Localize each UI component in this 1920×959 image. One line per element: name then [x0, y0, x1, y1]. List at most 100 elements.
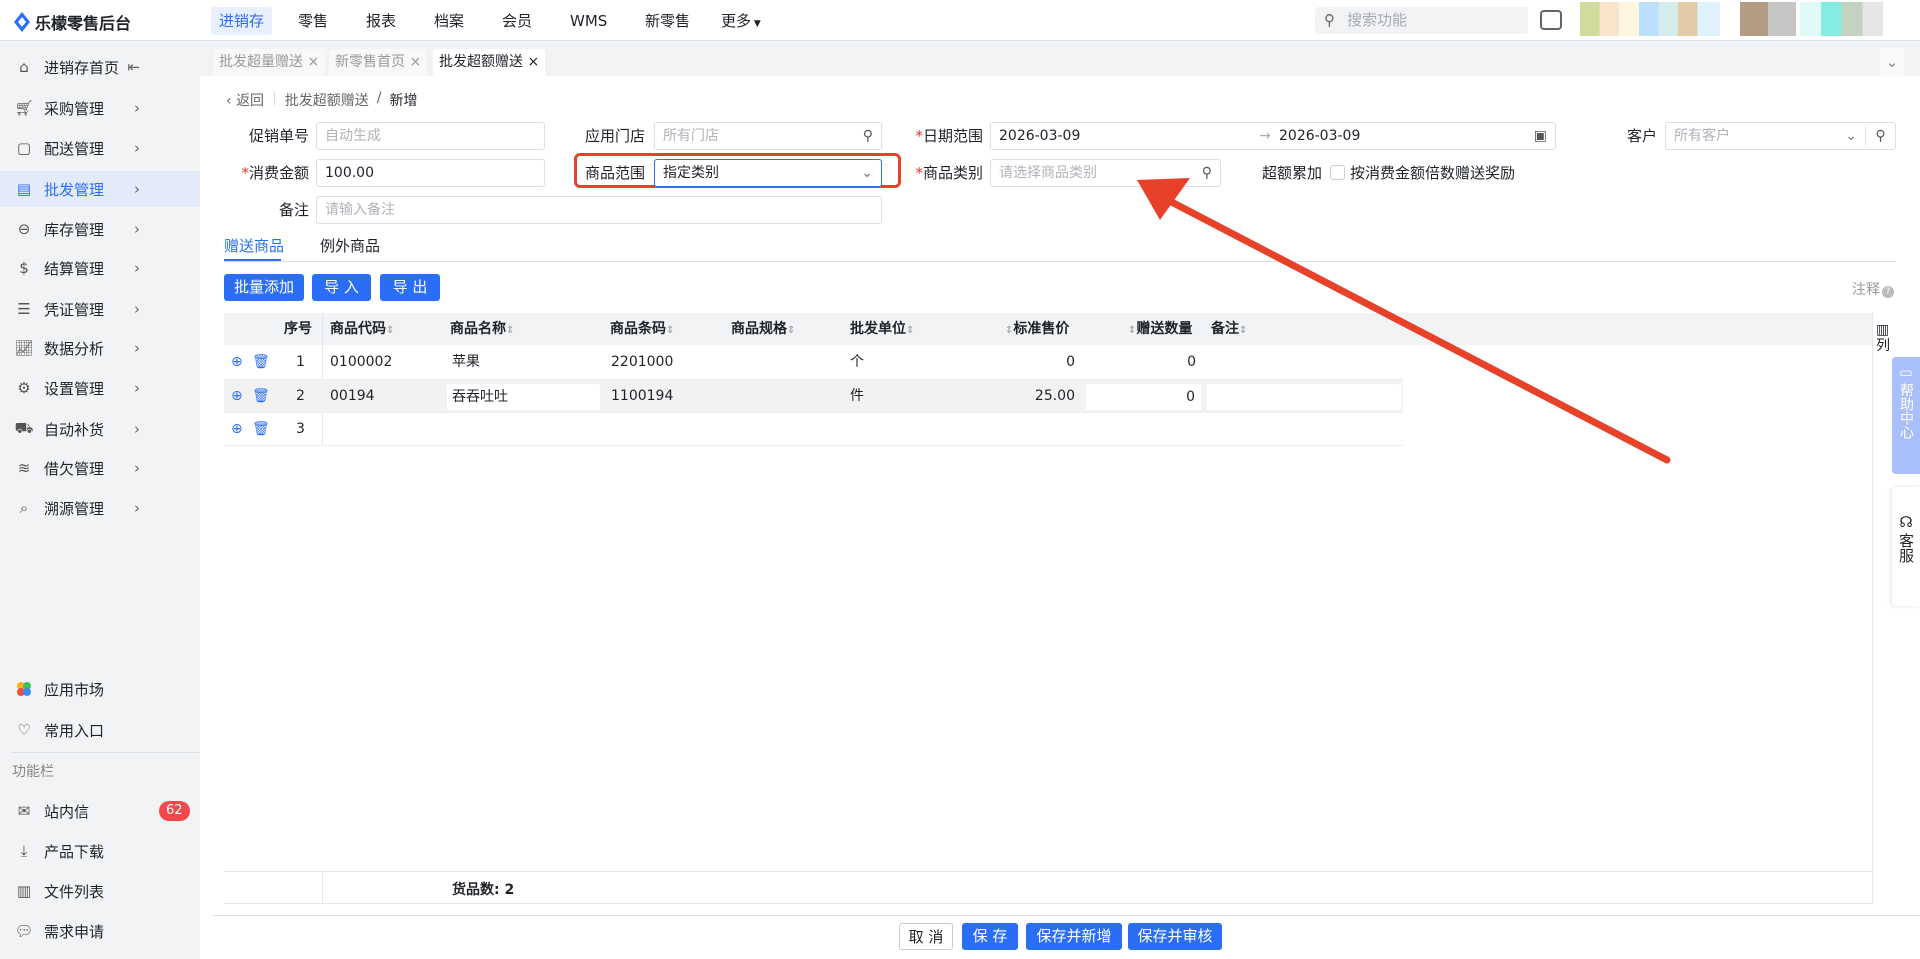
save-and-new-button[interactable]: 保存并新增	[1026, 923, 1122, 950]
tab-new-retail-home[interactable]: 新零售首页 ×	[329, 49, 428, 76]
sidebar-download[interactable]: ⤓ 产品下载	[0, 833, 200, 869]
chevron-down-icon[interactable]: ⌄	[1845, 123, 1857, 149]
add-row-icon[interactable]: ⊕	[231, 413, 243, 446]
sidebar-item-voucher[interactable]: ☰ 凭证管理 ›	[0, 291, 200, 327]
sidebar-item-analytics[interactable]: 📈︎ 数据分析 ›	[0, 330, 200, 366]
collapse-sidebar-icon[interactable]: ⇤	[127, 58, 140, 76]
cell-qty[interactable]: 0	[1082, 346, 1196, 379]
breadcrumb-parent[interactable]: 批发超额赠送	[285, 90, 369, 110]
sidebar-files[interactable]: ▥ 文件列表	[0, 873, 200, 909]
nav-retail[interactable]: 零售	[290, 7, 336, 35]
col-remark[interactable]: 备注⇕	[1211, 313, 1248, 345]
trash-icon[interactable]: 🗑︎	[252, 346, 270, 379]
add-row-icon[interactable]: ⊕	[231, 380, 243, 413]
promo-no-input[interactable]: 自动生成	[316, 122, 545, 150]
store-avatar-mosaic[interactable]	[1740, 2, 1796, 36]
save-button[interactable]: 保 存	[962, 923, 1018, 950]
user-avatar-mosaic[interactable]	[1580, 2, 1720, 36]
sort-icon[interactable]: ⇕	[1239, 325, 1247, 336]
calendar-icon[interactable]: ▣	[1534, 123, 1547, 149]
sidebar-item-home[interactable]: ⌂ 进销存首页 ⇤	[0, 49, 200, 85]
sidebar-item-settings[interactable]: ⚙ 设置管理 ›	[0, 370, 200, 406]
accumulate-option-label[interactable]: 按消费金额倍数赠送奖励	[1350, 159, 1515, 187]
trash-icon[interactable]: 🗑︎	[252, 413, 270, 446]
col-unit[interactable]: 批发单位⇕	[850, 313, 915, 345]
cell-name-input[interactable]: 吞吞吐吐	[447, 384, 600, 410]
file-list-icon: ▥	[16, 882, 32, 900]
trash-icon[interactable]: 🗑︎	[252, 380, 270, 413]
search-icon[interactable]: ⚲	[1202, 160, 1212, 186]
sort-icon[interactable]: ⇕	[787, 325, 795, 336]
amount-input[interactable]: 100.00	[316, 159, 545, 187]
tab-wholesale-quantity-gift[interactable]: 批发超量赠送 ×	[213, 49, 326, 76]
scope-select[interactable]: 指定类别 ⌄	[654, 159, 882, 187]
nav-reports[interactable]: 报表	[358, 7, 404, 35]
sort-icon[interactable]: ⇕	[386, 325, 394, 336]
remark-input[interactable]: 请输入备注	[316, 196, 882, 224]
nav-jxc[interactable]: 进销存	[211, 7, 273, 35]
date-start[interactable]: 2026-03-09	[999, 128, 1080, 144]
category-input[interactable]: 请选择商品类别 ⚲	[990, 159, 1221, 187]
cell-qty-input[interactable]: 0	[1086, 384, 1201, 410]
sort-icon[interactable]: ⇕	[906, 325, 914, 336]
col-name[interactable]: 商品名称⇕	[450, 313, 515, 345]
back-link[interactable]: ‹ 返回	[226, 90, 264, 110]
accumulate-checkbox[interactable]	[1330, 165, 1345, 180]
cancel-button[interactable]: 取 消	[899, 923, 953, 950]
columns-setting-button[interactable]: ▥ 列	[1876, 322, 1892, 354]
cell-remark-input[interactable]	[1206, 384, 1401, 410]
search-icon[interactable]: ⚲	[863, 123, 873, 149]
nav-archive[interactable]: 档案	[426, 7, 472, 35]
add-row-icon[interactable]: ⊕	[231, 346, 243, 379]
sidebar-item-debt[interactable]: ≋ 借欠管理 ›	[0, 450, 200, 486]
notes-link[interactable]: 注释?	[1852, 279, 1894, 299]
customer-service-button[interactable]: ☊ 客服	[1892, 487, 1920, 606]
batch-add-button[interactable]: 批量添加	[224, 274, 304, 301]
sidebar-item-distribution[interactable]: ▢ 配送管理 ›	[0, 130, 200, 166]
sidebar-item-auto-replenish[interactable]: ⛟ 自动补货 ›	[0, 411, 200, 447]
col-barcode[interactable]: 商品条码⇕	[610, 313, 675, 345]
table-row	[224, 413, 1403, 446]
search-icon[interactable]: ⚲	[1865, 126, 1895, 146]
sidebar-item-inventory[interactable]: ⊖ 库存管理 ›	[0, 211, 200, 247]
help-center-button[interactable]: ▭ 帮助中心	[1892, 357, 1920, 474]
date-end[interactable]: 2026-03-09	[1279, 123, 1360, 149]
cell-no: 3	[296, 421, 305, 437]
store-input[interactable]: 所有门店 ⚲	[654, 122, 882, 150]
col-price[interactable]: ⇕标准售价	[1005, 313, 1070, 345]
save-and-audit-button[interactable]: 保存并审核	[1128, 923, 1222, 950]
sidebar-messages[interactable]: ✉ 站内信 62	[0, 793, 200, 829]
printer-icon[interactable]	[1540, 10, 1562, 30]
close-icon[interactable]: ×	[527, 54, 539, 70]
import-button[interactable]: 导 入	[312, 274, 371, 301]
nav-new-retail[interactable]: 新零售	[637, 7, 698, 35]
sidebar-item-label: 凭证管理	[44, 300, 105, 319]
tab-wholesale-amount-gift[interactable]: 批发超额赠送 ×	[433, 49, 546, 76]
export-button[interactable]: 导 出	[380, 274, 440, 301]
sidebar-item-trace[interactable]: ⌕ 溯源管理 ›	[0, 490, 200, 526]
subtab-gift-products[interactable]: 赠送商品	[224, 235, 284, 256]
sort-icon[interactable]: ⇕	[506, 325, 514, 336]
customer-select[interactable]: 所有客户 ⌄ ⚲	[1665, 122, 1896, 150]
nav-member[interactable]: 会员	[494, 7, 540, 35]
sidebar-app-market[interactable]: 应用市场	[0, 671, 200, 707]
nav-more[interactable]: 更多 ▼	[713, 7, 769, 35]
sidebar-favorites[interactable]: ♡ 常用入口	[0, 712, 200, 748]
account-avatar-mosaic[interactable]	[1800, 2, 1883, 36]
col-spec[interactable]: 商品规格⇕	[731, 313, 796, 345]
close-icon[interactable]: ×	[307, 54, 319, 70]
sidebar-item-settlement[interactable]: $ 结算管理 ›	[0, 250, 200, 286]
col-qty[interactable]: ⇕赠送数量	[1128, 313, 1193, 345]
close-icon[interactable]: ×	[409, 54, 421, 70]
subtab-excluded-products[interactable]: 例外商品	[320, 235, 380, 256]
sidebar-item-wholesale[interactable]: ▤ 批发管理 ›	[0, 171, 200, 207]
search-input[interactable]: ⚲ 搜索功能	[1315, 7, 1528, 34]
sidebar-item-purchase[interactable]: 🛒︎ 采购管理 ›	[0, 90, 200, 126]
tabs-dropdown-chevron-icon[interactable]: ⌄	[1880, 48, 1904, 76]
sort-icon[interactable]: ⇕	[666, 325, 674, 336]
date-range-input[interactable]: 2026-03-09 → 2026-03-09 ▣	[990, 122, 1556, 150]
app-logo[interactable]: 乐檬零售后台	[14, 10, 131, 34]
nav-wms[interactable]: WMS	[562, 7, 615, 35]
col-code[interactable]: 商品代码⇕	[330, 313, 395, 345]
sidebar-requests[interactable]: 💬︎ 需求申请	[0, 913, 200, 949]
